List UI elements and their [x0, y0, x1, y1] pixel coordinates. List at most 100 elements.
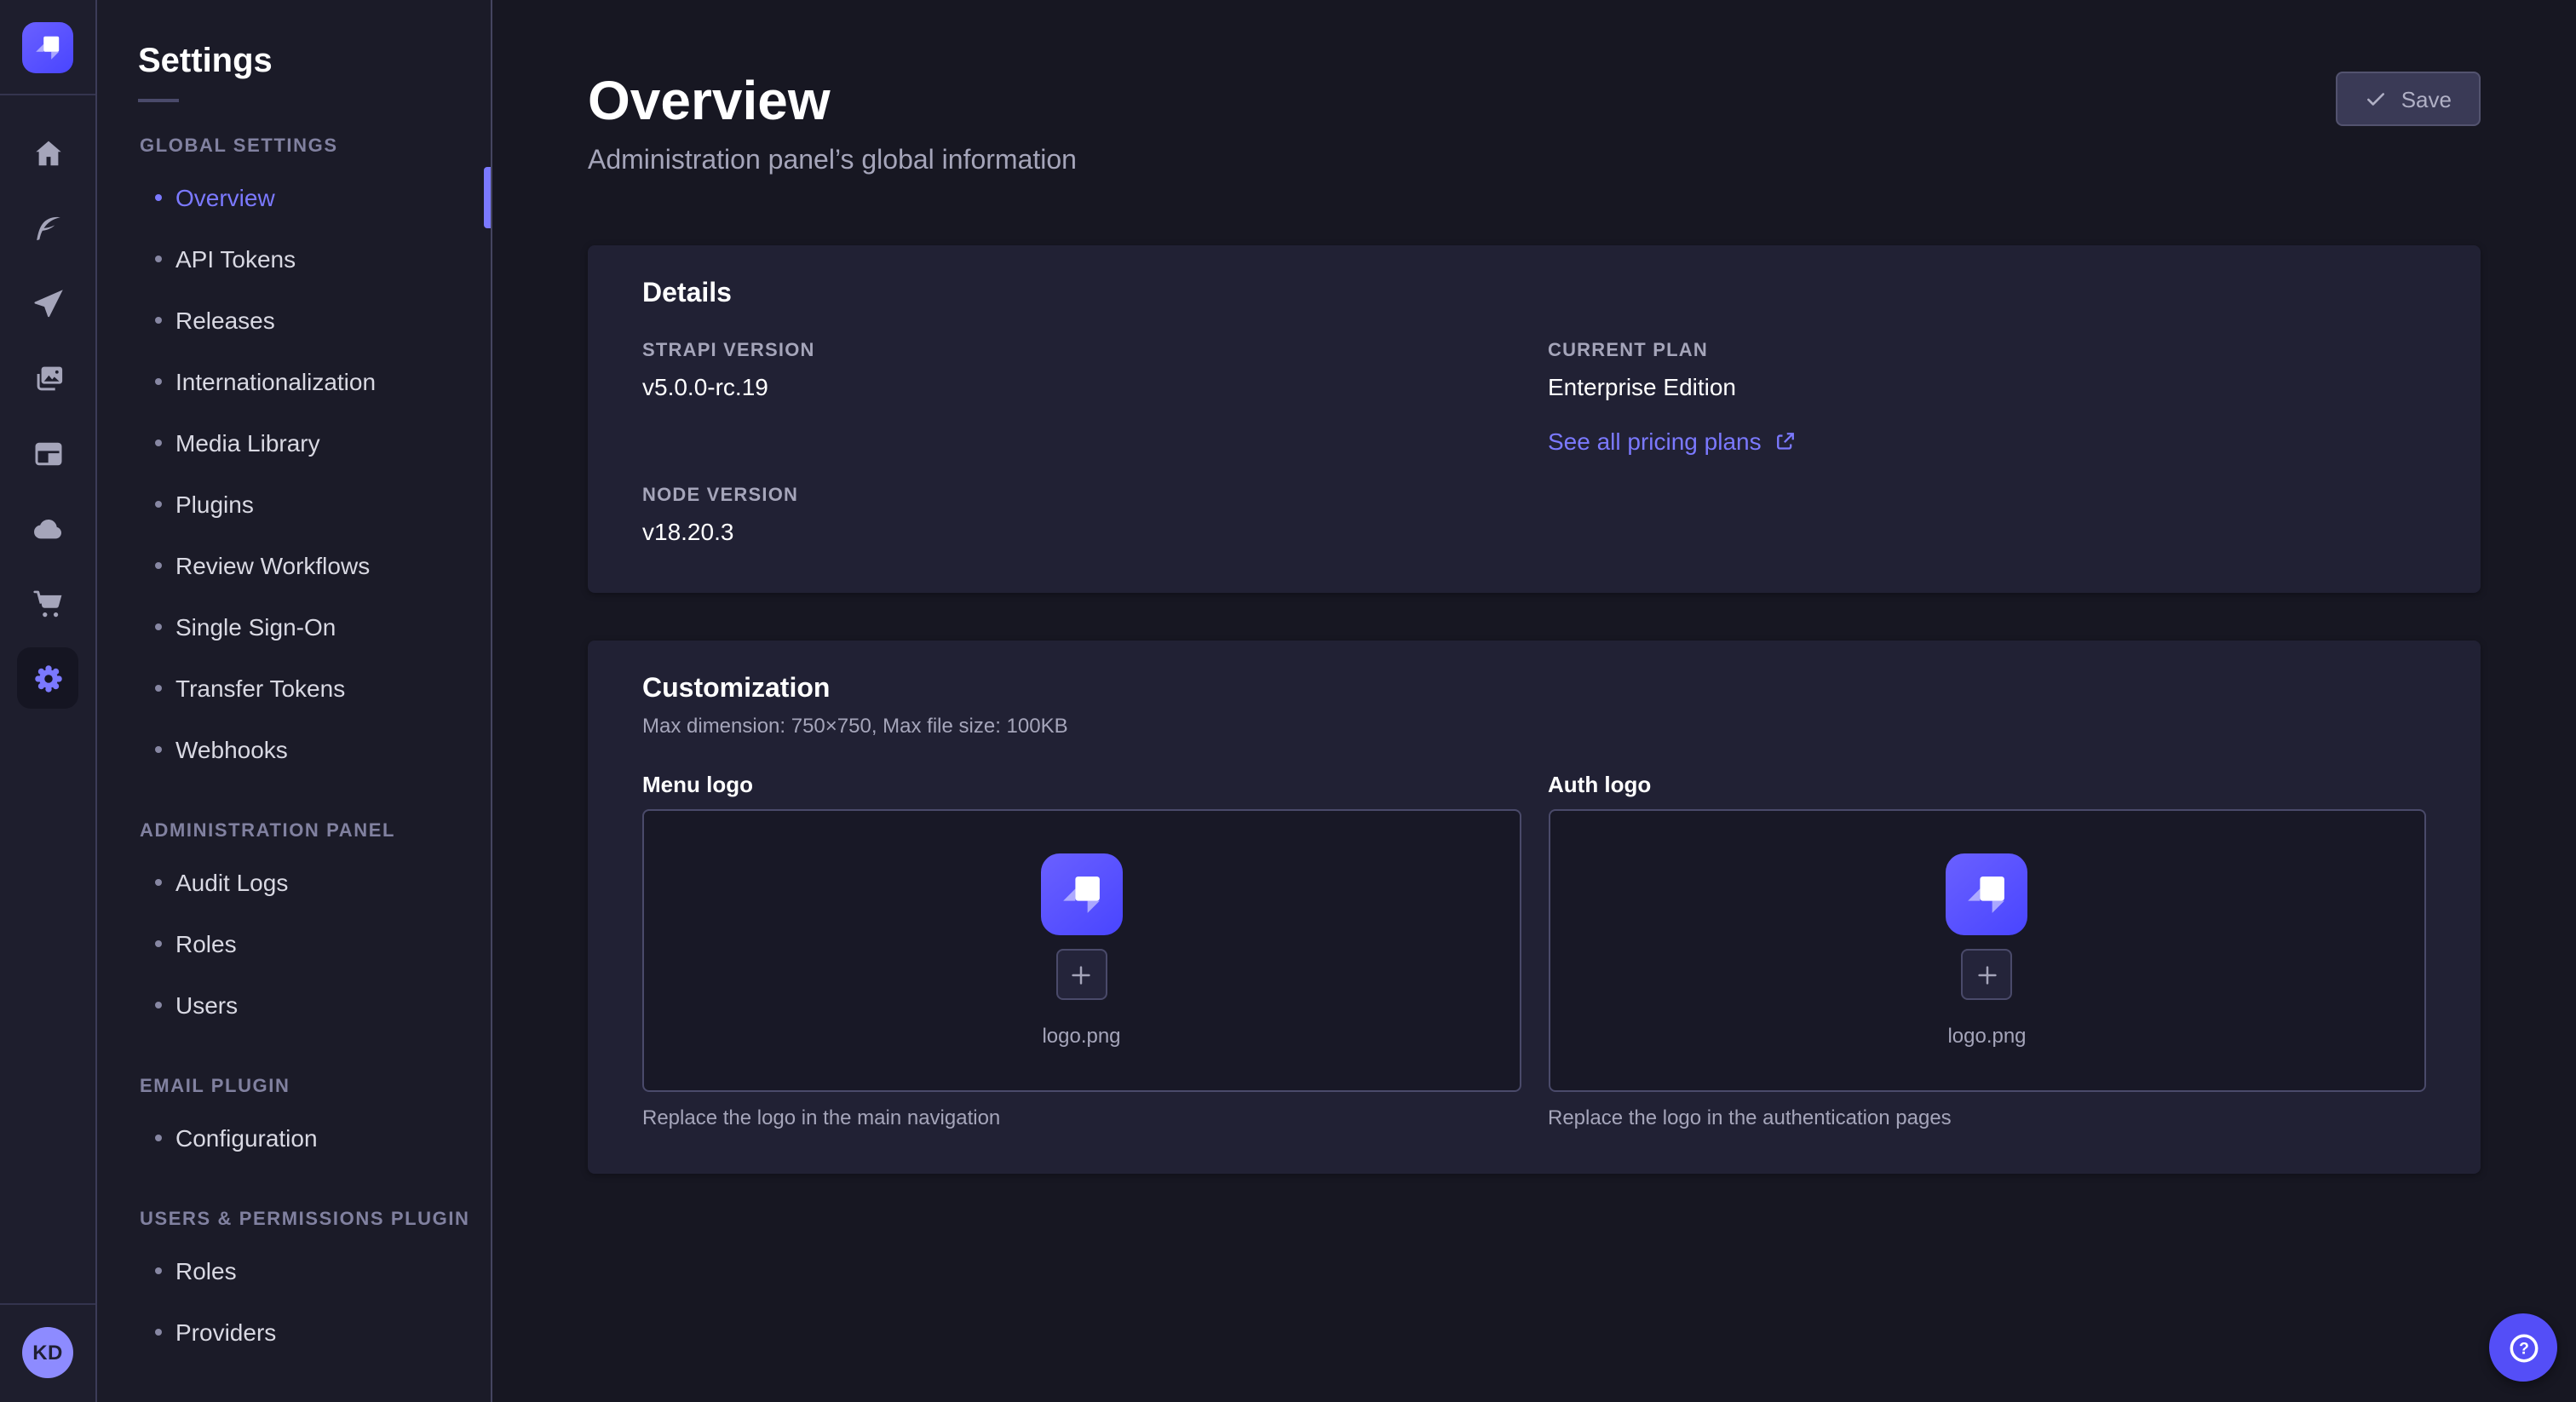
page-subtitle: Administration panel’s global informatio… — [588, 147, 1077, 177]
bullet-icon — [155, 378, 162, 385]
check-icon — [2366, 88, 2388, 110]
auth-logo-caption: Replace the logo in the authentication p… — [1548, 1106, 2426, 1129]
bullet-icon — [155, 940, 162, 947]
avatar[interactable]: KD — [22, 1327, 73, 1378]
sidebar-item-plugins[interactable]: Plugins — [97, 474, 491, 535]
sidebar-item-label: Roles — [175, 930, 237, 957]
page-title: Overview — [588, 68, 1077, 133]
home-icon[interactable] — [17, 123, 78, 184]
sidebar-item-label: Media Library — [175, 429, 320, 457]
menu-logo-dropzone[interactable]: logo.png — [642, 809, 1521, 1092]
sidebar-item-media-library[interactable]: Media Library — [97, 412, 491, 474]
bullet-icon — [155, 501, 162, 508]
field-label: NODE VERSION — [642, 486, 1521, 506]
sidebar-item-label: Releases — [175, 307, 275, 334]
sidebar-item-label: Roles — [175, 1257, 237, 1284]
sidebar-item-label: Configuration — [175, 1124, 318, 1152]
strapi-logo-preview — [1041, 853, 1123, 935]
add-logo-button[interactable] — [1962, 949, 2013, 1000]
logo-uploads: Menu logo logo.png Replace the logo in t… — [642, 772, 2426, 1129]
sidebar-item-review-workflows[interactable]: Review Workflows — [97, 535, 491, 596]
logo-filename: logo.png — [1947, 1024, 2026, 1048]
auth-logo-dropzone[interactable]: logo.png — [1548, 809, 2426, 1092]
bullet-icon — [155, 1267, 162, 1274]
section-label-users-permissions-plugin: USERS & PERMISSIONS PLUGIN — [97, 1210, 491, 1230]
auth-logo-field: Auth logo logo.png Replace the logo in t… — [1548, 772, 2426, 1129]
sidebar-item-label: Audit Logs — [175, 869, 288, 896]
bullet-icon — [155, 746, 162, 753]
logo-filename: logo.png — [1042, 1024, 1120, 1048]
sidebar-item-overview[interactable]: Overview — [97, 167, 491, 228]
field-value: v18.20.3 — [642, 518, 1521, 545]
customization-constraints: Max dimension: 750×750, Max file size: 1… — [642, 714, 2426, 738]
sidebar-item-transfer-tokens[interactable]: Transfer Tokens — [97, 658, 491, 719]
auth-logo-label: Auth logo — [1548, 772, 2426, 797]
customization-card: Customization Max dimension: 750×750, Ma… — [588, 641, 2481, 1174]
paper-plane-icon[interactable] — [17, 273, 78, 334]
strapi-admin-window: KD Settings GLOBAL SETTINGS Overview API… — [0, 0, 2576, 1402]
rail-bottom-divider — [0, 1303, 95, 1305]
field-label: CURRENT PLAN — [1548, 341, 2426, 361]
pricing-link-label: See all pricing plans — [1548, 428, 1762, 455]
rail-icon-list — [17, 95, 78, 709]
sidebar-item-internationalization[interactable]: Internationalization — [97, 351, 491, 412]
subnav-sections: GLOBAL SETTINGS Overview API Tokens Rele… — [97, 136, 491, 1363]
field-label: STRAPI VERSION — [642, 341, 1521, 361]
section-label-administration-panel: ADMINISTRATION PANEL — [97, 821, 491, 842]
sidebar-item-releases[interactable]: Releases — [97, 290, 491, 351]
bullet-icon — [155, 194, 162, 201]
sidebar-item-label: Internationalization — [175, 368, 376, 395]
save-button-label: Save — [2401, 86, 2452, 112]
sidebar-item-label: Plugins — [175, 491, 254, 518]
help-button[interactable] — [2489, 1313, 2557, 1382]
section-label-email-plugin: EMAIL PLUGIN — [97, 1077, 491, 1097]
bullet-icon — [155, 317, 162, 324]
sidebar-item-webhooks[interactable]: Webhooks — [97, 719, 491, 780]
bullet-icon — [155, 562, 162, 569]
sidebar-item-up-providers[interactable]: Providers — [97, 1301, 491, 1363]
menu-logo-field: Menu logo logo.png Replace the logo in t… — [642, 772, 1521, 1129]
bullet-icon — [155, 440, 162, 446]
gear-icon[interactable] — [17, 647, 78, 709]
question-mark-icon — [2505, 1330, 2541, 1365]
section-label-global-settings: GLOBAL SETTINGS — [97, 136, 491, 157]
sidebar-item-admin-roles[interactable]: Roles — [97, 913, 491, 974]
strapi-logo-button[interactable] — [22, 22, 73, 73]
sidebar-item-single-sign-on[interactable]: Single Sign-On — [97, 596, 491, 658]
sidebar-item-label: Providers — [175, 1319, 276, 1346]
customization-heading: Customization — [642, 675, 2426, 705]
strapi-logo-icon — [1955, 862, 2020, 927]
details-card: Details STRAPI VERSION v5.0.0-rc.19 CURR… — [588, 245, 2481, 593]
field-node-version: NODE VERSION v18.20.3 — [642, 486, 1521, 545]
cloud-icon[interactable] — [17, 497, 78, 559]
sidebar-item-label: Webhooks — [175, 736, 288, 763]
sidebar-item-api-tokens[interactable]: API Tokens — [97, 228, 491, 290]
bullet-icon — [155, 685, 162, 692]
strapi-logo-preview — [1946, 853, 2028, 935]
sidebar-item-up-roles[interactable]: Roles — [97, 1240, 491, 1301]
sidebar-item-label: Users — [175, 991, 238, 1019]
page-header: Overview Administration panel’s global i… — [588, 68, 2481, 177]
pricing-plans-link[interactable]: See all pricing plans — [1548, 428, 1797, 455]
field-value: v5.0.0-rc.19 — [642, 373, 1521, 400]
bullet-icon — [155, 879, 162, 886]
details-heading: Details — [642, 279, 2426, 310]
feather-icon[interactable] — [17, 198, 78, 259]
subnav-title: Settings — [138, 41, 491, 82]
save-button[interactable]: Save — [2337, 72, 2481, 126]
sidebar-item-audit-logs[interactable]: Audit Logs — [97, 852, 491, 913]
media-library-icon[interactable] — [17, 348, 78, 409]
field-current-plan: CURRENT PLAN Enterprise Edition — [1548, 341, 2426, 400]
add-logo-button[interactable] — [1056, 949, 1107, 1000]
cart-icon[interactable] — [17, 572, 78, 634]
strapi-logo-icon — [1049, 862, 1114, 927]
plus-icon — [1069, 962, 1095, 987]
bullet-icon — [155, 1329, 162, 1336]
field-value: Enterprise Edition — [1548, 373, 2426, 400]
sidebar-item-email-configuration[interactable]: Configuration — [97, 1107, 491, 1169]
field-strapi-version: STRAPI VERSION v5.0.0-rc.19 — [642, 341, 1521, 400]
rail-bottom: KD — [0, 1303, 95, 1402]
sidebar-item-label: Review Workflows — [175, 552, 370, 579]
layout-icon[interactable] — [17, 422, 78, 484]
sidebar-item-admin-users[interactable]: Users — [97, 974, 491, 1036]
